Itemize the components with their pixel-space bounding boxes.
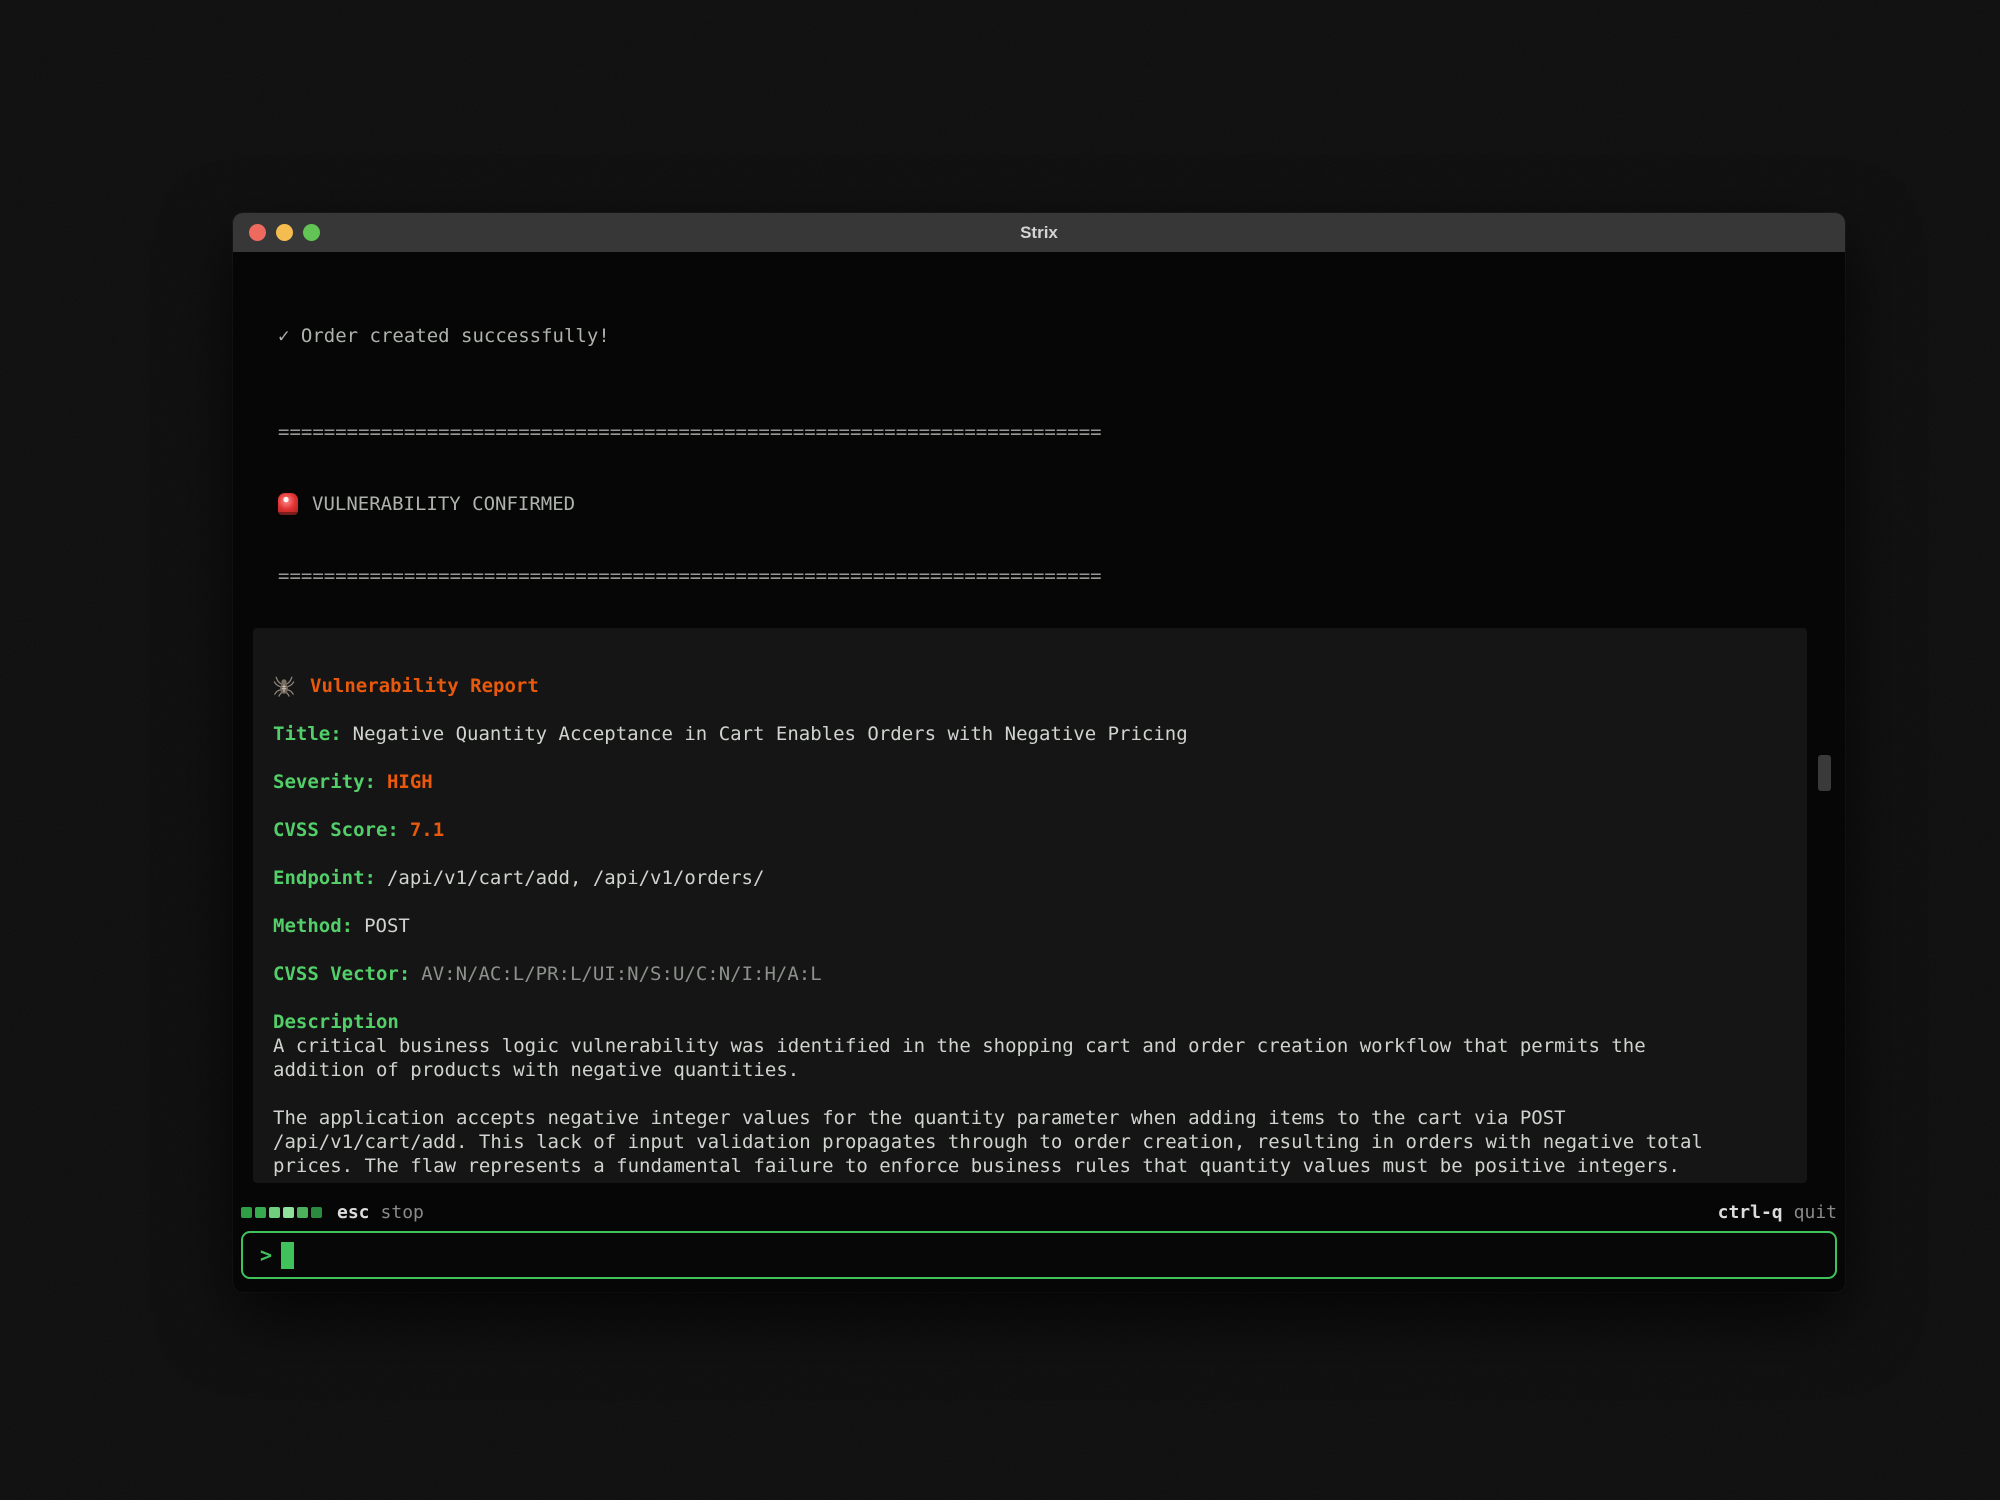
report-field-cvss-vector: CVSS Vector: AV:N/AC:L/PR:L/UI:N/S:U/C:N/… <box>273 962 1807 986</box>
field-value: AV:N/AC:L/PR:L/UI:N/S:U/C:N/I:H/A:L <box>421 963 821 985</box>
text-cursor <box>281 1242 294 1269</box>
quit-key-label: quit <box>1794 1202 1837 1223</box>
report-field-title: Title: Negative Quantity Acceptance in Ca… <box>273 722 1807 746</box>
separator-line: ========================================… <box>278 420 1800 444</box>
window-title: Strix <box>1020 223 1058 243</box>
activity-spinner-icon <box>241 1207 322 1218</box>
description-line: addition of products with negative quant… <box>273 1058 1807 1082</box>
field-label: CVSS Score: <box>273 819 399 841</box>
field-label: Severity: <box>273 771 376 793</box>
report-field-endpoint: Endpoint: /api/v1/cart/add, /api/v1/order… <box>273 866 1807 890</box>
field-label: Endpoint: <box>273 867 376 889</box>
vulnerability-confirmed-row: VULNERABILITY CONFIRMED <box>278 492 1800 516</box>
window-controls <box>249 213 320 252</box>
field-value: Negative Quantity Acceptance in Cart Ena… <box>353 723 1188 745</box>
report-header: Vulnerability Report <box>273 674 1807 698</box>
zoom-button[interactable] <box>303 224 320 241</box>
field-label: Title: <box>273 723 342 745</box>
report-field-method: Method: POST <box>273 914 1807 938</box>
description-line: /api/v1/cart/add. This lack of input val… <box>273 1130 1807 1154</box>
description-line: prices. The flaw represents a fundamenta… <box>273 1154 1807 1178</box>
separator-line: ========================================… <box>278 564 1800 588</box>
scrollbar-thumb[interactable] <box>1818 755 1831 791</box>
field-value: 7.1 <box>410 819 444 841</box>
description-line: The application accepts negative integer… <box>273 1106 1807 1130</box>
field-value: POST <box>364 915 410 937</box>
status-left: esc stop <box>241 1202 424 1223</box>
terminal-window: Strix ✓ Order created successfully! ====… <box>233 213 1845 1292</box>
stop-key-label: stop <box>381 1202 424 1223</box>
vulnerability-report-panel: Vulnerability Report Title: Negative Quan… <box>253 628 1807 1183</box>
field-label: CVSS Vector: <box>273 963 410 985</box>
report-field-severity: Severity: HIGH <box>273 770 1807 794</box>
prompt-symbol: > <box>260 1243 272 1267</box>
field-label: Method: <box>273 915 353 937</box>
status-right: ctrl-q quit <box>1718 1202 1837 1223</box>
report-heading: Vulnerability Report <box>310 674 539 698</box>
window-titlebar[interactable]: Strix <box>233 213 1845 252</box>
siren-icon <box>278 493 298 515</box>
description-line: A critical business logic vulnerability … <box>273 1034 1807 1058</box>
order-success-message: ✓ Order created successfully! <box>278 324 1800 348</box>
spider-icon <box>273 675 295 697</box>
field-value: /api/v1/cart/add, /api/v1/orders/ <box>387 867 765 889</box>
stop-key-hint: esc <box>337 1202 370 1223</box>
description-heading: Description <box>273 1010 1807 1034</box>
command-input[interactable]: > <box>241 1231 1837 1279</box>
minimize-button[interactable] <box>276 224 293 241</box>
status-bar: esc stop ctrl-q quit <box>241 1199 1837 1225</box>
close-button[interactable] <box>249 224 266 241</box>
report-field-cvss-score: CVSS Score: 7.1 <box>273 818 1807 842</box>
quit-key-hint: ctrl-q <box>1718 1202 1783 1223</box>
field-value: HIGH <box>387 771 433 793</box>
vulnerability-confirmed-heading: VULNERABILITY CONFIRMED <box>312 492 575 516</box>
